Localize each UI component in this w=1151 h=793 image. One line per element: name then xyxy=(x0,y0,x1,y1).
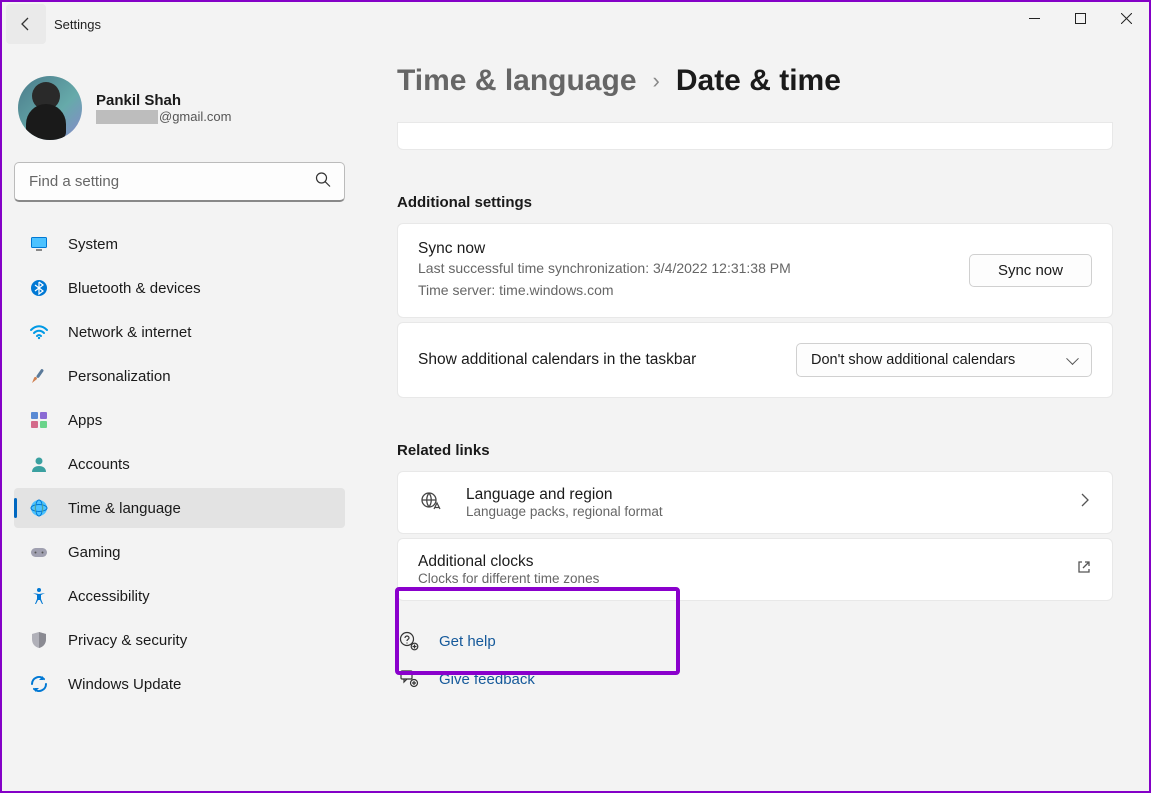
nav-item-apps[interactable]: Apps xyxy=(14,400,345,440)
sidebar: Pankil Shah @gmail.com System Bluetooth &… xyxy=(2,46,357,791)
person-icon xyxy=(28,453,50,475)
additional-clocks-sub: Clocks for different time zones xyxy=(418,571,1076,586)
avatar xyxy=(18,76,82,140)
breadcrumb: Time & language › Date & time xyxy=(397,64,1113,98)
breadcrumb-parent[interactable]: Time & language xyxy=(397,64,637,98)
nav-item-privacy-security[interactable]: Privacy & security xyxy=(14,620,345,660)
search-field[interactable] xyxy=(14,162,345,202)
nav-item-label: Apps xyxy=(68,412,102,429)
arrow-left-icon xyxy=(18,16,34,32)
nav-item-label: Windows Update xyxy=(68,676,181,693)
calendars-dropdown[interactable]: Don't show additional calendars xyxy=(796,343,1092,377)
search-icon xyxy=(315,172,331,193)
gamepad-icon xyxy=(28,541,50,563)
breadcrumb-current: Date & time xyxy=(676,64,841,98)
nav-item-label: Bluetooth & devices xyxy=(68,280,201,297)
nav-item-gaming[interactable]: Gaming xyxy=(14,532,345,572)
close-icon xyxy=(1121,13,1132,24)
language-icon xyxy=(418,489,446,517)
sync-last: Last successful time synchronization: 3/… xyxy=(418,258,969,280)
update-icon xyxy=(28,673,50,695)
maximize-button[interactable] xyxy=(1057,2,1103,34)
redacted-text xyxy=(96,110,158,124)
nav-item-label: Personalization xyxy=(68,368,171,385)
profile-block[interactable]: Pankil Shah @gmail.com xyxy=(14,68,345,140)
nav-item-label: Accounts xyxy=(68,456,130,473)
get-help-link[interactable]: Get help xyxy=(397,629,1113,653)
titlebar: Settings xyxy=(2,2,1149,46)
language-region-link[interactable]: Language and region Language packs, regi… xyxy=(397,471,1113,534)
profile-email: @gmail.com xyxy=(96,109,231,125)
nav-list: System Bluetooth & devices Network & inter… xyxy=(14,224,345,704)
card-fragment xyxy=(397,122,1113,150)
nav-item-time-language[interactable]: Time & language xyxy=(14,488,345,528)
apps-icon xyxy=(28,409,50,431)
section-heading-additional: Additional settings xyxy=(397,194,1113,211)
brush-icon xyxy=(28,365,50,387)
nav-item-accessibility[interactable]: Accessibility xyxy=(14,576,345,616)
nav-item-label: Network & internet xyxy=(68,324,191,341)
maximize-icon xyxy=(1075,13,1086,24)
sync-now-button[interactable]: Sync now xyxy=(969,254,1092,287)
give-feedback-link[interactable]: Give feedback xyxy=(397,667,1113,691)
footer-links: Get help Give feedback xyxy=(397,629,1113,691)
chevron-right-icon: › xyxy=(653,68,660,94)
nav-item-label: Accessibility xyxy=(68,588,150,605)
give-feedback-text[interactable]: Give feedback xyxy=(439,671,535,688)
content-area: Time & language › Date & time Additional… xyxy=(357,46,1149,791)
language-region-sub: Language packs, regional format xyxy=(466,504,1078,519)
window-controls xyxy=(1011,2,1149,34)
minimize-button[interactable] xyxy=(1011,2,1057,34)
feedback-icon xyxy=(397,667,421,691)
accessibility-icon xyxy=(28,585,50,607)
additional-clocks-title: Additional clocks xyxy=(418,553,1076,571)
sync-server: Time server: time.windows.com xyxy=(418,280,969,302)
nav-item-windows-update[interactable]: Windows Update xyxy=(14,664,345,704)
search-input[interactable] xyxy=(14,162,345,202)
nav-item-label: Privacy & security xyxy=(68,632,187,649)
nav-item-personalization[interactable]: Personalization xyxy=(14,356,345,396)
calendars-card: Show additional calendars in the taskbar… xyxy=(397,322,1113,398)
nav-item-label: Time & language xyxy=(68,500,181,517)
nav-item-label: System xyxy=(68,236,118,253)
close-button[interactable] xyxy=(1103,2,1149,34)
sync-title: Sync now xyxy=(418,240,969,258)
external-link-icon xyxy=(1076,559,1092,580)
monitor-icon xyxy=(28,233,50,255)
get-help-text[interactable]: Get help xyxy=(439,633,496,650)
bluetooth-icon xyxy=(28,277,50,299)
window-title: Settings xyxy=(54,17,101,32)
nav-item-label: Gaming xyxy=(68,544,121,561)
nav-item-accounts[interactable]: Accounts xyxy=(14,444,345,484)
chevron-right-icon xyxy=(1078,493,1092,512)
help-icon xyxy=(397,629,421,653)
section-heading-related: Related links xyxy=(397,442,1113,459)
sync-card: Sync now Last successful time synchroniz… xyxy=(397,223,1113,318)
profile-name: Pankil Shah xyxy=(96,92,231,109)
nav-item-network-internet[interactable]: Network & internet xyxy=(14,312,345,352)
minimize-icon xyxy=(1029,13,1040,24)
globe-icon xyxy=(28,497,50,519)
back-button[interactable] xyxy=(6,4,46,44)
shield-icon xyxy=(28,629,50,651)
calendars-label: Show additional calendars in the taskbar xyxy=(418,351,796,369)
language-region-title: Language and region xyxy=(466,486,1078,504)
nav-item-system[interactable]: System xyxy=(14,224,345,264)
additional-clocks-link[interactable]: Additional clocks Clocks for different t… xyxy=(397,538,1113,601)
nav-item-bluetooth-devices[interactable]: Bluetooth & devices xyxy=(14,268,345,308)
wifi-icon xyxy=(28,321,50,343)
